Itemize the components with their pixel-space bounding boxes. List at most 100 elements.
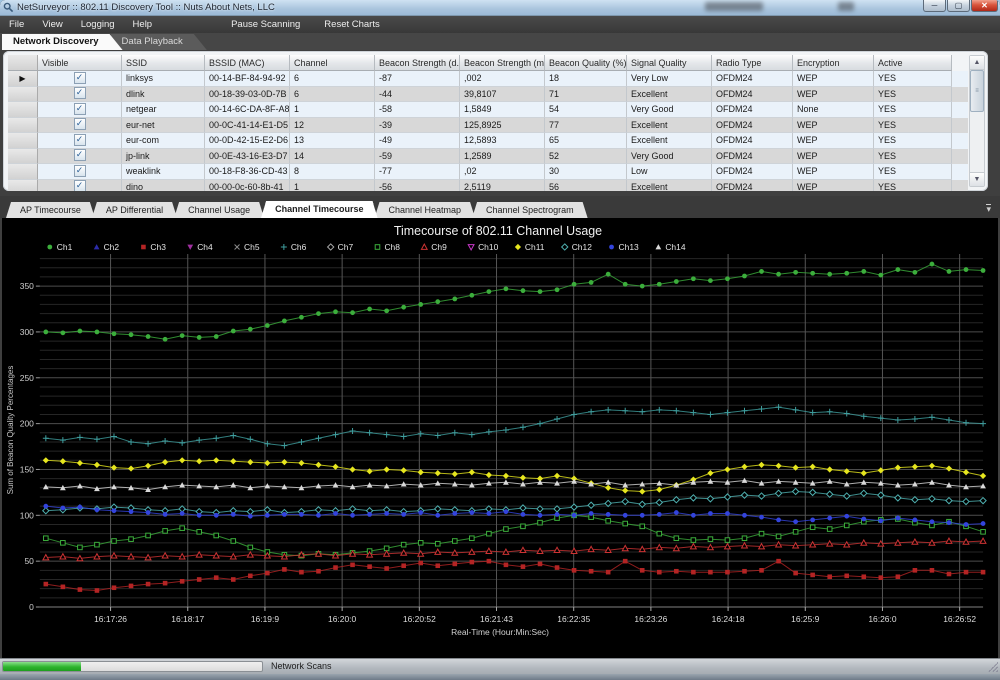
legend-item-ch5: Ch5	[235, 242, 260, 252]
table-row[interactable]: ✓jp-link00-0E-43-16-E3-D714-591,258952Ve…	[8, 149, 968, 165]
column-header-beacon-strength-d[interactable]: Beacon Strength (d...	[375, 55, 460, 71]
cell-bssid: 00-00-0c-60-8b-41	[205, 180, 290, 192]
menu-action-pause-scanning[interactable]: Pause Scanning	[219, 18, 312, 31]
network-table-panel: VisibleSSIDBSSID (MAC)ChannelBeacon Stre…	[3, 51, 988, 191]
close-button[interactable]: ✕	[971, 0, 998, 12]
column-header-beacon-quality[interactable]: Beacon Quality (%)	[545, 55, 627, 71]
scroll-up-icon[interactable]: ▲	[970, 56, 984, 70]
cell-strength_mw: 125,8925	[460, 118, 545, 134]
table-row[interactable]: ✓dino00-00-0c-60-8b-411-562,511956Excell…	[8, 180, 968, 192]
scan-progress-fill	[3, 662, 81, 671]
column-header-visible[interactable]: Visible	[38, 55, 122, 71]
cell-channel: 8	[290, 164, 375, 180]
maximize-button[interactable]: ▢	[947, 0, 970, 12]
svg-text:16:23:26: 16:23:26	[634, 614, 667, 624]
title-bar[interactable]: NetSurveyor :: 802.11 Discovery Tool :: …	[0, 0, 1000, 16]
column-header-bssid-mac[interactable]: BSSID (MAC)	[205, 55, 290, 71]
svg-text:Ch14: Ch14	[665, 242, 685, 252]
resize-grip[interactable]	[988, 662, 998, 672]
table-row[interactable]: ✓dlink00-18-39-03-0D-7B6-4439,810771Exce…	[8, 87, 968, 103]
row-selector[interactable]	[8, 180, 38, 192]
cell-encryption: WEP	[793, 87, 874, 103]
column-header-signal-quality[interactable]: Signal Quality	[627, 55, 712, 71]
chart-tab-channel-usage[interactable]: Channel Usage	[174, 202, 264, 218]
visible-checkbox[interactable]: ✓	[74, 180, 86, 191]
cell-visible: ✓	[38, 180, 122, 192]
svg-text:300: 300	[20, 327, 34, 337]
cell-encryption: WEP	[793, 149, 874, 165]
visible-checkbox[interactable]: ✓	[74, 118, 86, 130]
cell-quality: 56	[545, 180, 627, 192]
table-header-row: VisibleSSIDBSSID (MAC)ChannelBeacon Stre…	[8, 55, 968, 71]
visible-checkbox[interactable]: ✓	[74, 134, 86, 146]
table-scrollbar[interactable]: ▲ ≡ ▼	[969, 55, 985, 187]
cell-strength_mw: ,002	[460, 71, 545, 87]
svg-text:16:18:17: 16:18:17	[171, 614, 204, 624]
row-selector[interactable]: ▶	[8, 71, 38, 87]
cell-visible: ✓	[38, 87, 122, 103]
row-selector[interactable]	[8, 133, 38, 149]
table-row[interactable]: ✓eur-net00-0C-41-14-E1-D512-39125,892577…	[8, 118, 968, 134]
row-selector[interactable]	[8, 118, 38, 134]
cell-quality: 18	[545, 71, 627, 87]
cell-radio: OFDM24	[712, 164, 793, 180]
column-header-encryption[interactable]: Encryption	[793, 55, 874, 71]
tab-data-playback[interactable]: Data Playback	[111, 34, 207, 50]
chart-tab-channel-heatmap[interactable]: Channel Heatmap	[375, 202, 476, 218]
cell-visible: ✓	[38, 133, 122, 149]
visible-checkbox[interactable]: ✓	[74, 149, 86, 161]
chart-tab-ap-timecourse[interactable]: AP Timecourse	[6, 202, 95, 218]
svg-text:Ch9: Ch9	[431, 242, 447, 252]
row-selector[interactable]	[8, 164, 38, 180]
cell-channel: 14	[290, 149, 375, 165]
cell-strength_mw: 39,8107	[460, 87, 545, 103]
svg-text:Ch8: Ch8	[384, 242, 400, 252]
scrollbar-thumb[interactable]: ≡	[970, 70, 984, 112]
table-row[interactable]: ✓eur-com00-0D-42-15-E2-D613-4912,589365E…	[8, 133, 968, 149]
cell-channel: 6	[290, 71, 375, 87]
menu-item-logging[interactable]: Logging	[72, 18, 124, 31]
cell-ssid: eur-net	[122, 118, 205, 134]
visible-checkbox[interactable]: ✓	[74, 87, 86, 99]
table-row[interactable]: ▶✓linksys00-14-BF-84-94-926-87,00218Very…	[8, 71, 968, 87]
chart-tab-channel-spectrogram[interactable]: Channel Spectrogram	[472, 202, 588, 218]
cell-strength_dbm: -87	[375, 71, 460, 87]
row-selector[interactable]	[8, 149, 38, 165]
cell-strength_dbm: -49	[375, 133, 460, 149]
table-row[interactable]: ✓weaklink00-18-F8-36-CD-438-77,0230LowOF…	[8, 164, 968, 180]
y-axis-title: Sum of Beacon Quality Percentages	[6, 366, 15, 495]
background-window-blur	[705, 2, 763, 11]
column-header-channel[interactable]: Channel	[290, 55, 375, 71]
menu-action-reset-charts[interactable]: Reset Charts	[312, 18, 391, 31]
series-ch3	[44, 559, 986, 593]
chart-tab-channel-timecourse[interactable]: Channel Timecourse	[261, 201, 377, 218]
minimize-button[interactable]: ─	[923, 0, 946, 12]
menu-item-help[interactable]: Help	[124, 18, 162, 31]
visible-checkbox[interactable]: ✓	[74, 165, 86, 177]
cell-signal: Very Low	[627, 71, 712, 87]
menu-item-file[interactable]: File	[0, 18, 33, 31]
cell-active: YES	[874, 118, 952, 134]
column-header-radio-type[interactable]: Radio Type	[712, 55, 793, 71]
table-row[interactable]: ✓netgear00-14-6C-DA-8F-A81-581,584954Ver…	[8, 102, 968, 118]
row-selector[interactable]	[8, 102, 38, 118]
row-selector[interactable]	[8, 87, 38, 103]
menu-item-view[interactable]: View	[33, 18, 71, 31]
chart-tab-ap-differential[interactable]: AP Differential	[92, 202, 177, 218]
svg-text:16:17:26: 16:17:26	[94, 614, 127, 624]
column-header-active[interactable]: Active	[874, 55, 952, 71]
cell-encryption: WEP	[793, 71, 874, 87]
visible-checkbox[interactable]: ✓	[74, 103, 86, 115]
background-window-blur	[838, 2, 854, 11]
legend-item-ch9: Ch9	[421, 242, 447, 252]
column-header-beacon-strength-m[interactable]: Beacon Strength (m...	[460, 55, 545, 71]
series-ch12	[43, 488, 986, 515]
scroll-down-icon[interactable]: ▼	[970, 172, 984, 186]
collapse-chart-panel-icon[interactable]: ▾	[986, 204, 991, 214]
cell-bssid: 00-18-39-03-0D-7B	[205, 87, 290, 103]
legend-item-ch12: Ch12	[562, 242, 593, 252]
visible-checkbox[interactable]: ✓	[74, 72, 86, 84]
tab-network-discovery[interactable]: Network Discovery	[2, 34, 123, 50]
column-header-ssid[interactable]: SSID	[122, 55, 205, 71]
cell-active: YES	[874, 164, 952, 180]
